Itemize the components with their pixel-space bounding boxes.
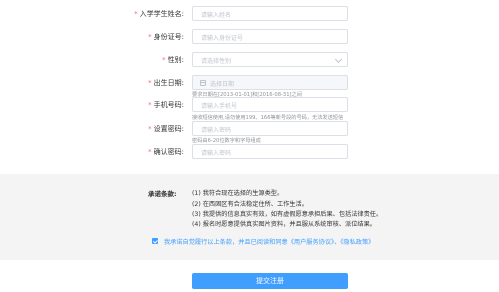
birth-date-picker[interactable]: 选择日期 bbox=[192, 75, 348, 90]
id-number-input[interactable]: 请输入身份证号 bbox=[192, 29, 348, 44]
confirm-password-row: * 确认密码: 请输入密码 bbox=[0, 144, 499, 161]
phone-placeholder: 请输入手机号 bbox=[201, 103, 238, 110]
phone-hint: 接收短信使用,请勿使用199、166等新号段的号码，无法发送短信 bbox=[192, 115, 344, 121]
name-label: * 入学学生姓名: bbox=[134, 10, 184, 18]
id-number-label: * 身份证号: bbox=[148, 33, 184, 41]
required-mark: * bbox=[148, 125, 152, 133]
password-row: * 设置密码: 请输入密码 bbox=[0, 121, 499, 138]
gender-label: * 性别: bbox=[162, 56, 184, 64]
phone-label: * 手机号码: bbox=[148, 101, 184, 109]
password-hint: 密码由6-20位数字和字母组成 bbox=[192, 138, 261, 144]
checkbox-checked-icon[interactable] bbox=[152, 238, 158, 244]
required-mark: * bbox=[148, 148, 152, 156]
terms-item: (1) 我符合现在选择的生源类型。 bbox=[192, 190, 284, 197]
name-row: * 入学学生姓名: 请输入姓名 bbox=[0, 6, 499, 23]
birth-date-placeholder: 选择日期 bbox=[210, 81, 235, 88]
required-mark: * bbox=[148, 33, 152, 41]
birth-date-label: * 出生日期: bbox=[148, 79, 184, 87]
agree-text[interactable]: 我承诺自觉履行以上条款，并且已阅读和同意《用户服务协议》、《隐私政策》 bbox=[164, 237, 374, 246]
phone-input[interactable]: 请输入手机号 bbox=[192, 97, 348, 112]
gender-select[interactable]: 请选择性别 bbox=[192, 52, 348, 67]
chevron-down-icon bbox=[334, 55, 343, 64]
terms-title: 承诺条款: bbox=[148, 190, 177, 198]
birth-date-row: * 出生日期: 选择日期 bbox=[0, 75, 499, 92]
calendar-icon bbox=[200, 80, 206, 86]
name-placeholder: 请输入姓名 bbox=[201, 12, 232, 19]
name-input[interactable]: 请输入姓名 bbox=[192, 6, 348, 21]
phone-row: * 手机号码: 请输入手机号 bbox=[0, 97, 499, 114]
password-label: * 设置密码: bbox=[148, 125, 184, 133]
confirm-password-input[interactable]: 请输入密码 bbox=[192, 144, 348, 159]
required-mark: * bbox=[148, 101, 152, 109]
confirm-password-placeholder: 请输入密码 bbox=[201, 150, 232, 157]
terms-panel: 承诺条款: (1) 我符合现在选择的生源类型。 (2) 在西固区有合法稳定住所、… bbox=[0, 174, 499, 260]
required-mark: * bbox=[134, 10, 138, 18]
terms-item: (2) 在西固区有合法稳定住所、工作生活。 bbox=[192, 201, 308, 208]
gender-row: * 性别: 请选择性别 bbox=[0, 52, 499, 69]
id-number-placeholder: 请输入身份证号 bbox=[201, 35, 244, 42]
password-input[interactable]: 请输入密码 bbox=[192, 121, 348, 136]
gender-placeholder: 请选择性别 bbox=[201, 58, 232, 65]
required-mark: * bbox=[148, 79, 152, 87]
password-placeholder: 请输入密码 bbox=[201, 127, 232, 134]
id-number-row: * 身份证号: 请输入身份证号 bbox=[0, 29, 499, 46]
confirm-password-label: * 确认密码: bbox=[148, 148, 184, 156]
submit-button[interactable]: 提交注册 bbox=[192, 273, 348, 289]
terms-item: (4) 报名时愿意提供真实图片资料，并且服从系统审核、派位结果。 bbox=[192, 221, 376, 228]
required-mark: * bbox=[162, 56, 166, 64]
terms-item: (3) 我提供的信息真实有效，如有虚假愿意承担后果、包括法律责任。 bbox=[192, 211, 383, 218]
